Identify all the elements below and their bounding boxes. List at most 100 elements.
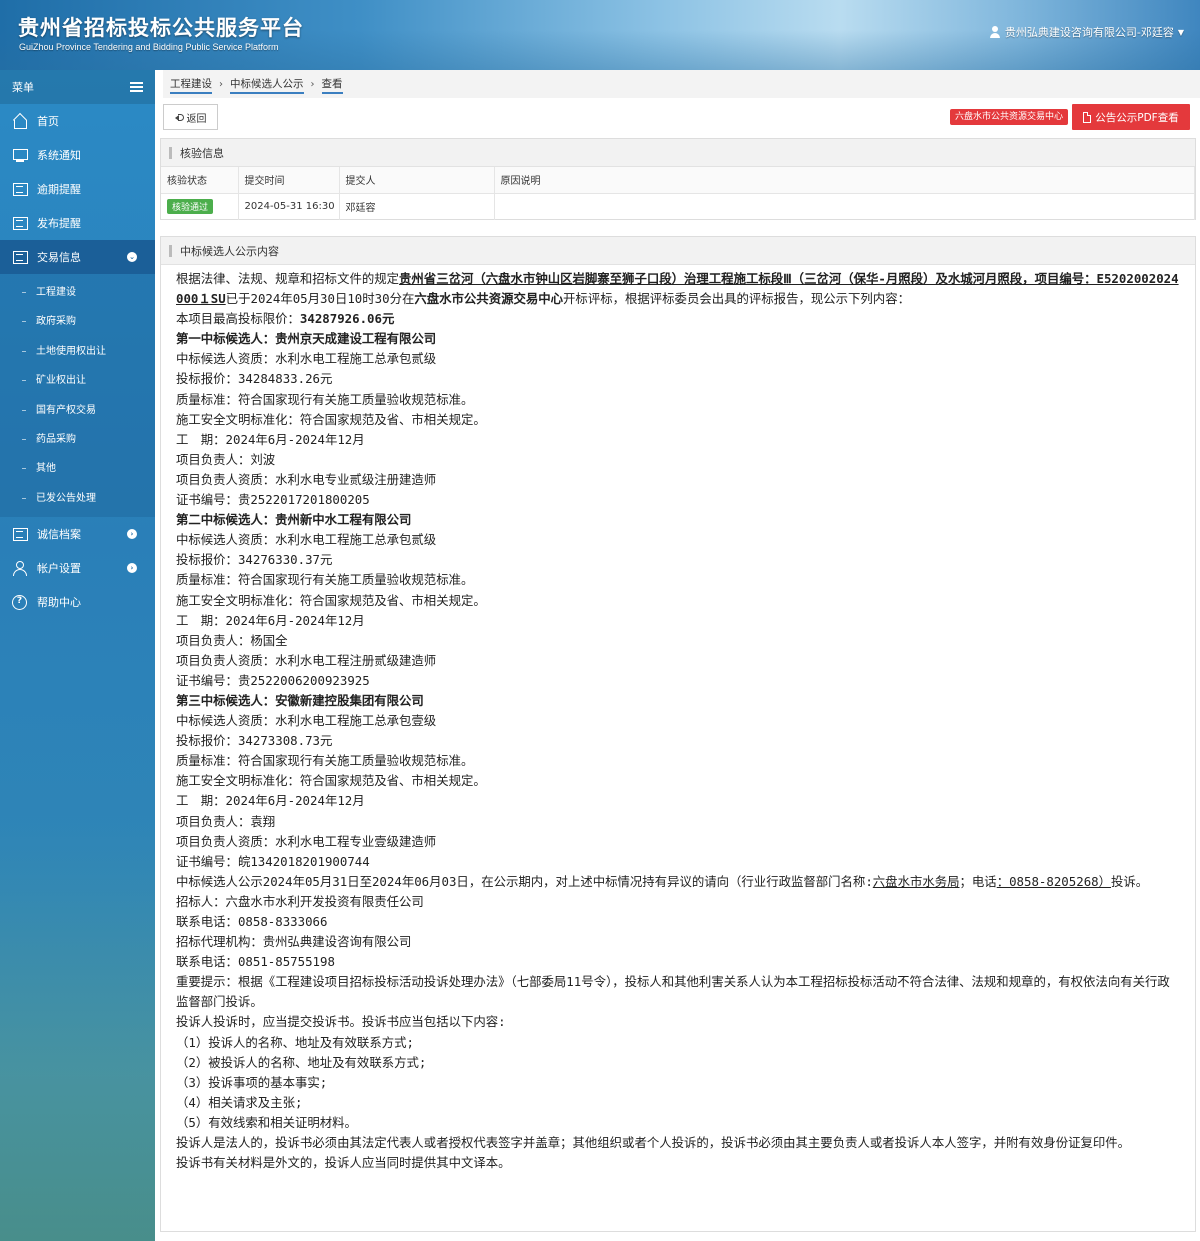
- site-title: 贵州省招标投标公共服务平台: [18, 16, 304, 40]
- submenu-item-land[interactable]: 土地使用权出让: [0, 337, 155, 366]
- submenu-item-state-assets[interactable]: 国有产权交易: [0, 396, 155, 425]
- candidate-manager: 项目负责人：杨国全: [176, 632, 288, 648]
- user-menu[interactable]: 贵州弘典建设咨询有限公司-邓廷容 ▼: [989, 24, 1184, 40]
- candidate-period: 工 期：2024年6月-2024年12月: [176, 793, 365, 809]
- breadcrumb: 工程建设 › 中标候选人公示 › 查看: [163, 70, 1200, 98]
- sidebar-item-publish-reminder[interactable]: 发布提醒: [0, 206, 155, 240]
- sidebar-item-overdue[interactable]: 逾期提醒: [0, 172, 155, 206]
- sidebar-item-notices[interactable]: 系统通知: [0, 138, 155, 172]
- user-icon: [12, 561, 28, 577]
- list-icon: [12, 182, 28, 196]
- tenderer-phone: 联系电话：0858-8333066: [176, 914, 328, 929]
- sidebar-item-help[interactable]: 帮助中心: [0, 585, 155, 619]
- pdf-label: 公告公示PDF查看: [1095, 111, 1179, 124]
- sidebar-item-label: 系统通知: [37, 149, 81, 162]
- candidate-cert: 证书编号：贵2522017201800205: [176, 492, 370, 508]
- foreign-language-note: 投诉书有关材料是外文的，投诉人应当同时提供其中文译本。: [176, 1155, 511, 1171]
- candidate-qual: 中标候选人资质：水利水电工程施工总承包贰级: [176, 532, 437, 548]
- center-tag: 六盘水市公共资源交易中心: [949, 109, 1068, 125]
- list-icon: [12, 250, 28, 264]
- submenu-item-drugs[interactable]: 药品采购: [0, 425, 155, 454]
- candidate-manager: 项目负责人：袁翔: [176, 813, 276, 829]
- candidate-safety: 施工安全文明标准化：符合国家规范及省、市相关规定。: [176, 411, 486, 427]
- candidate-manager: 项目负责人：刘波: [176, 451, 276, 467]
- sidebar: 菜单 首页 系统通知 逾期提醒 发布提醒 交易信息 ⌄ 工程建设 政府采购 土地…: [0, 70, 155, 1241]
- sidebar-item-label: 帐户设置: [37, 562, 81, 576]
- candidate-manager-qual: 项目负责人资质：水利水电工程专业壹级建造师: [176, 833, 437, 849]
- column-header: 提交人: [339, 167, 495, 194]
- breadcrumb-item[interactable]: 工程建设: [163, 70, 219, 98]
- back-button[interactable]: 返回: [163, 104, 218, 130]
- sidebar-background: [0, 821, 155, 1241]
- verify-panel: 核验信息 核验状态 提交时间 提交人 原因说明 核验通过 2024-05-31 …: [160, 138, 1196, 220]
- candidate-price: 投标报价：34273308.73元: [176, 733, 333, 749]
- help-icon: [12, 595, 28, 611]
- column-header: 原因说明: [494, 167, 1195, 194]
- candidate-qual: 中标候选人资质：水利水电工程施工总承包壹级: [176, 713, 437, 729]
- complaint-item: （1）投诉人的名称、地址及有效联系方式;: [176, 1034, 414, 1050]
- supervisor-name: 六盘水市水务局: [872, 873, 960, 889]
- sidebar-item-label: 首页: [37, 115, 59, 128]
- back-label: 返回: [186, 113, 207, 125]
- candidate-quality: 质量标准：符合国家现行有关施工质量验收规范标准。: [176, 753, 474, 769]
- trade-info-submenu: 工程建设 政府采购 土地使用权出让 矿业权出让 国有产权交易 药品采购 其他 已…: [0, 274, 155, 518]
- trade-center: 六盘水市公共资源交易中心: [414, 291, 564, 307]
- submenu-item-other[interactable]: 其他: [0, 454, 155, 483]
- verify-panel-title: 核验信息: [161, 139, 1195, 167]
- breadcrumb-item[interactable]: 中标候选人公示: [223, 70, 311, 98]
- notice-content: 根据法律、法规、规章和招标文件的规定贵州省三岔河（六盘水市钟山区岩脚寨至狮子口段…: [161, 265, 1195, 1173]
- candidate-price: 投标报价：34284833.26元: [176, 371, 333, 387]
- candidate-safety: 施工安全文明标准化：符合国家规范及省、市相关规定。: [176, 592, 486, 608]
- candidate-period: 工 期：2024年6月-2024年12月: [176, 431, 365, 447]
- submenu-item-construction[interactable]: 工程建设: [0, 278, 155, 307]
- max-price: 34287926.06元: [299, 311, 395, 327]
- table-row: 核验通过 2024-05-31 16:30 邓廷容: [161, 193, 1195, 220]
- complaint-item: （4）相关请求及主张;: [176, 1094, 303, 1110]
- complaint-item: （5）有效线索和相关证明材料。: [176, 1114, 357, 1130]
- sidebar-item-account[interactable]: 帐户设置 ›: [0, 551, 155, 585]
- complaint-item: （3）投诉事项的基本事实;: [176, 1074, 328, 1090]
- max-price-line: 本项目最高投标限价：34287926.06元: [176, 311, 395, 327]
- reason: [494, 193, 1195, 220]
- pdf-icon: [1083, 111, 1092, 123]
- candidate-cert: 证书编号：贵2522006200923925: [176, 672, 370, 688]
- breadcrumb-item-current: 查看: [315, 70, 350, 98]
- important-note: 重要提示：根据《工程建设项目招标投标活动投诉处理办法》（七部委局11号令），投标…: [176, 974, 1170, 1010]
- candidate-quality: 质量标准：符合国家现行有关施工质量验收规范标准。: [176, 391, 474, 407]
- column-header: 提交时间: [238, 167, 340, 194]
- caret-down-icon: ▼: [1177, 27, 1184, 37]
- sidebar-item-home[interactable]: 首页: [0, 104, 155, 138]
- candidate-heading: 第三中标候选人：安徽新建控股集团有限公司: [176, 692, 424, 708]
- submenu-item-mining[interactable]: 矿业权出让: [0, 366, 155, 395]
- back-icon: [174, 113, 184, 121]
- menu-header: 菜单: [0, 70, 155, 104]
- user-icon: [989, 26, 1001, 38]
- chevron-right-icon: ›: [127, 563, 137, 574]
- agent: 招标代理机构：贵州弘典建设咨询有限公司: [176, 934, 412, 950]
- candidate-heading: 第一中标候选人：贵州京天成建设工程有限公司: [176, 331, 437, 347]
- toolbar: 返回 六盘水市公共资源交易中心 公告公示PDF查看: [163, 104, 1196, 132]
- sidebar-item-credit[interactable]: 诚信档案 ›: [0, 517, 155, 551]
- sidebar-item-trade-info[interactable]: 交易信息 ⌄: [0, 240, 155, 274]
- candidate-price: 投标报价：34276330.37元: [176, 552, 333, 568]
- publicity-period: 中标候选人公示2024年05月31日至2024年06月03日，在公示期内，对上述…: [176, 873, 1149, 889]
- tenderer: 招标人：六盘水市水利开发投资有限责任公司: [176, 893, 424, 909]
- candidate-quality: 质量标准：符合国家现行有关施工质量验收规范标准。: [176, 572, 474, 588]
- candidate-period: 工 期：2024年6月-2024年12月: [176, 612, 365, 628]
- hamburger-icon[interactable]: [130, 82, 143, 92]
- candidate-manager-qual: 项目负责人资质：水利水电工程注册贰级建造师: [176, 652, 437, 668]
- agent-phone: 联系电话：0851-85755198: [176, 954, 335, 970]
- chevron-down-icon: ⌄: [127, 252, 137, 262]
- submit-time: 2024-05-31 16:30: [238, 193, 340, 220]
- list-icon: [12, 216, 28, 230]
- pdf-view-button[interactable]: 公告公示PDF查看: [1072, 104, 1190, 130]
- submenu-item-gov-procurement[interactable]: 政府采购: [0, 307, 155, 336]
- candidate-manager-qual: 项目负责人资质：水利水电专业贰级注册建造师: [176, 471, 437, 487]
- submenu-item-published[interactable]: 已发公告处理: [0, 484, 155, 513]
- supervisor-phone: ：0858-8205268）: [996, 873, 1112, 889]
- candidate-cert: 证书编号：皖1342018201900744: [176, 853, 370, 869]
- verify-table: 核验状态 提交时间 提交人 原因说明 核验通过 2024-05-31 16:30…: [161, 167, 1195, 220]
- monitor-icon: [12, 148, 28, 162]
- notice-panel-title: 中标候选人公示内容: [161, 237, 1195, 265]
- notice-panel: 中标候选人公示内容 根据法律、法规、规章和招标文件的规定贵州省三岔河（六盘水市钟…: [160, 236, 1196, 1232]
